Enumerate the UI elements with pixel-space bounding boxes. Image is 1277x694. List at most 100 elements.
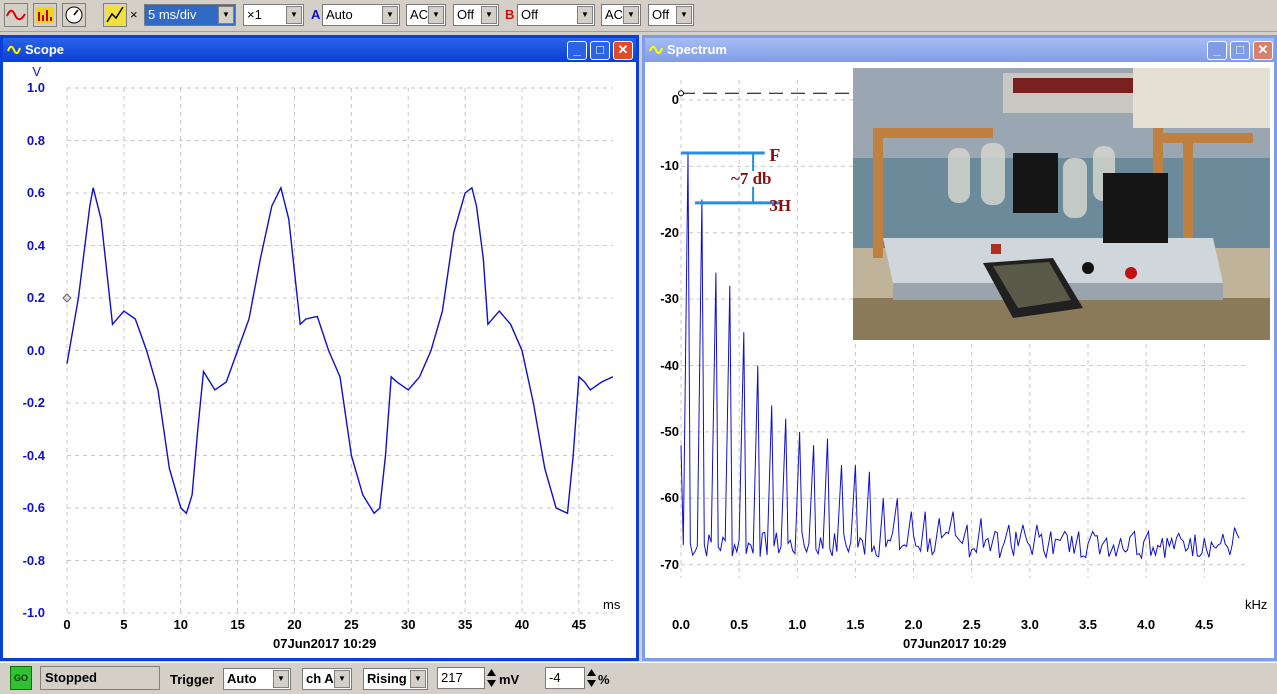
scope-y-tick: -0.2 xyxy=(22,395,45,410)
channel-a-offset-select[interactable]: Off ▼ xyxy=(453,4,499,26)
chevron-down-icon[interactable]: ▼ xyxy=(273,670,289,688)
reference-marker xyxy=(678,90,684,97)
spectrum-x-tick: 2.0 xyxy=(904,617,923,632)
scope-y-tick: 0.2 xyxy=(26,290,45,305)
scope-x-tick: 5 xyxy=(120,617,128,632)
fundamental-label: F xyxy=(769,145,780,165)
chevron-down-icon[interactable]: ▼ xyxy=(481,6,497,24)
chevron-down-icon[interactable]: ▼ xyxy=(286,6,302,24)
status-bar: GO Stopped Trigger Auto ▼ ch A ▼ Rising … xyxy=(0,662,1277,694)
channel-b-offset-value: Off xyxy=(652,7,670,22)
scope-y-tick: -1.0 xyxy=(22,605,45,620)
pretrigger-value: -4 xyxy=(549,670,561,685)
channel-b-coupling-value: AC xyxy=(605,7,624,22)
timebase-x-icon: × xyxy=(130,7,138,22)
spectrum-x-tick: 4.0 xyxy=(1137,617,1156,632)
spectrum-x-tick: 0.5 xyxy=(730,617,749,632)
channel-a-label: A xyxy=(311,7,321,22)
go-button[interactable]: GO xyxy=(10,666,32,690)
pretrigger-input[interactable]: -4 xyxy=(545,667,585,689)
chevron-down-icon[interactable]: ▼ xyxy=(410,670,426,688)
scope-timestamp: 07Jun2017 10:29 xyxy=(273,636,377,651)
chevron-down-icon[interactable]: ▼ xyxy=(334,670,350,688)
spectrum-x-tick: 0.0 xyxy=(671,617,691,632)
timebase-value: 5 ms/div xyxy=(148,7,197,22)
spectrum-y-tick: -20 xyxy=(660,224,679,240)
spectrum-x-tick: 4.5 xyxy=(1195,617,1214,632)
channel-b-offset-select[interactable]: Off ▼ xyxy=(648,4,694,26)
scope-plot[interactable] xyxy=(3,38,636,658)
scope-x-tick: 25 xyxy=(344,617,359,632)
chevron-down-icon[interactable]: ▼ xyxy=(382,6,398,24)
spectrum-x-tick: 3.5 xyxy=(1078,617,1098,632)
channel-a-range-value: Auto xyxy=(326,7,353,22)
scope-x-tick: 20 xyxy=(287,617,302,632)
scope-y-tick: 0.4 xyxy=(26,237,45,253)
trigger-level-stepper-icon[interactable] xyxy=(486,667,497,689)
scope-y-tick: -0.6 xyxy=(22,500,45,515)
spectrum-y-tick: -70 xyxy=(660,556,679,572)
toolbar: × 5 ms/div ▼ ×1 ▼ A Auto ▼ AC ▼ Off ▼ B … xyxy=(0,0,1277,32)
spectrum-y-tick: -30 xyxy=(660,291,679,307)
pretrigger-stepper-icon[interactable] xyxy=(586,667,597,689)
spectrum-x-tick: 3.0 xyxy=(1020,617,1039,632)
channel-a-range-select[interactable]: Auto ▼ xyxy=(322,4,400,26)
channel-a-coupling-value: AC xyxy=(410,7,429,22)
trigger-mode-select[interactable]: Auto ▼ xyxy=(223,668,291,690)
trigger-mode-value: Auto xyxy=(227,671,257,686)
spectrum-y-tick: -50 xyxy=(660,423,679,439)
chevron-down-icon[interactable]: ▼ xyxy=(428,6,444,24)
scope-x-tick: 10 xyxy=(173,617,188,632)
chevron-down-icon[interactable]: ▼ xyxy=(577,6,593,24)
chevron-down-icon[interactable]: ▼ xyxy=(218,6,234,24)
channel-b-range-select[interactable]: Off ▼ xyxy=(517,4,595,26)
scope-x-tick: 40 xyxy=(514,617,530,632)
trigger-channel-value: ch A xyxy=(306,671,334,686)
scope-y-tick: -0.8 xyxy=(22,552,45,568)
scope-x-tick: 35 xyxy=(457,617,473,632)
scope-x-tick: 45 xyxy=(571,617,587,632)
trigger-label: Trigger xyxy=(170,672,215,687)
trigger-edge-select[interactable]: Rising ▼ xyxy=(363,668,428,690)
spectrum-y-tick: -60 xyxy=(660,490,679,506)
multiplier-value: ×1 xyxy=(247,7,262,22)
scope-y-tick: 0.6 xyxy=(26,185,45,200)
chevron-down-icon[interactable]: ▼ xyxy=(623,6,639,24)
trigger-edge-value: Rising xyxy=(367,671,407,686)
spectrum-window: Spectrum _ □ ✕ kHz F 3H ~7 db 07Jun2017 … xyxy=(642,35,1277,661)
difference-label: ~7 db xyxy=(731,169,772,188)
scope-x-tick: 30 xyxy=(401,617,416,632)
spectrum-y-tick: 0 xyxy=(671,91,679,107)
meter-mode-icon[interactable] xyxy=(62,3,86,27)
trigger-marker[interactable] xyxy=(62,293,72,303)
spectrum-y-tick: -40 xyxy=(660,357,679,373)
pretrigger-unit: % xyxy=(598,672,610,687)
chevron-down-icon[interactable]: ▼ xyxy=(676,6,692,24)
scope-y-tick: -0.4 xyxy=(22,447,45,463)
spectrum-y-tick: -10 xyxy=(660,158,679,174)
spectrum-x-tick: 1.0 xyxy=(788,617,807,632)
trigger-channel-select[interactable]: ch A ▼ xyxy=(302,668,352,690)
channel-b-label: B xyxy=(505,7,515,22)
trigger-level-value: 217 xyxy=(441,670,463,685)
timebase-select[interactable]: 5 ms/div ▼ xyxy=(144,4,236,26)
multiplier-select[interactable]: ×1 ▼ xyxy=(243,4,304,26)
scope-y-tick: 0.0 xyxy=(26,342,45,358)
trigger-level-input[interactable]: 217 xyxy=(437,667,485,689)
spectrum-x-tick: 1.5 xyxy=(846,617,865,632)
amplifier-photo xyxy=(853,68,1270,340)
scope-mode-icon[interactable] xyxy=(4,3,28,27)
scope-x-tick: 0 xyxy=(63,617,71,632)
autoscale-icon[interactable] xyxy=(103,3,127,27)
scope-y-tick: 0.8 xyxy=(26,132,45,148)
spectrum-x-tick: 2.5 xyxy=(962,617,981,632)
run-state: Stopped xyxy=(40,666,160,690)
channel-a-coupling-select[interactable]: AC ▼ xyxy=(406,4,446,26)
scope-window: Scope _ □ ✕ V ms 07Jun2017 10:29 1.0 0.8 0… xyxy=(0,35,639,661)
channel-a-offset-value: Off xyxy=(457,7,475,22)
spectrum-mode-icon[interactable] xyxy=(33,3,57,27)
third-harmonic-label: 3H xyxy=(769,196,791,215)
scope-x-tick: 15 xyxy=(230,617,245,632)
channel-b-coupling-select[interactable]: AC ▼ xyxy=(601,4,641,26)
trigger-level-unit: mV xyxy=(499,672,520,687)
